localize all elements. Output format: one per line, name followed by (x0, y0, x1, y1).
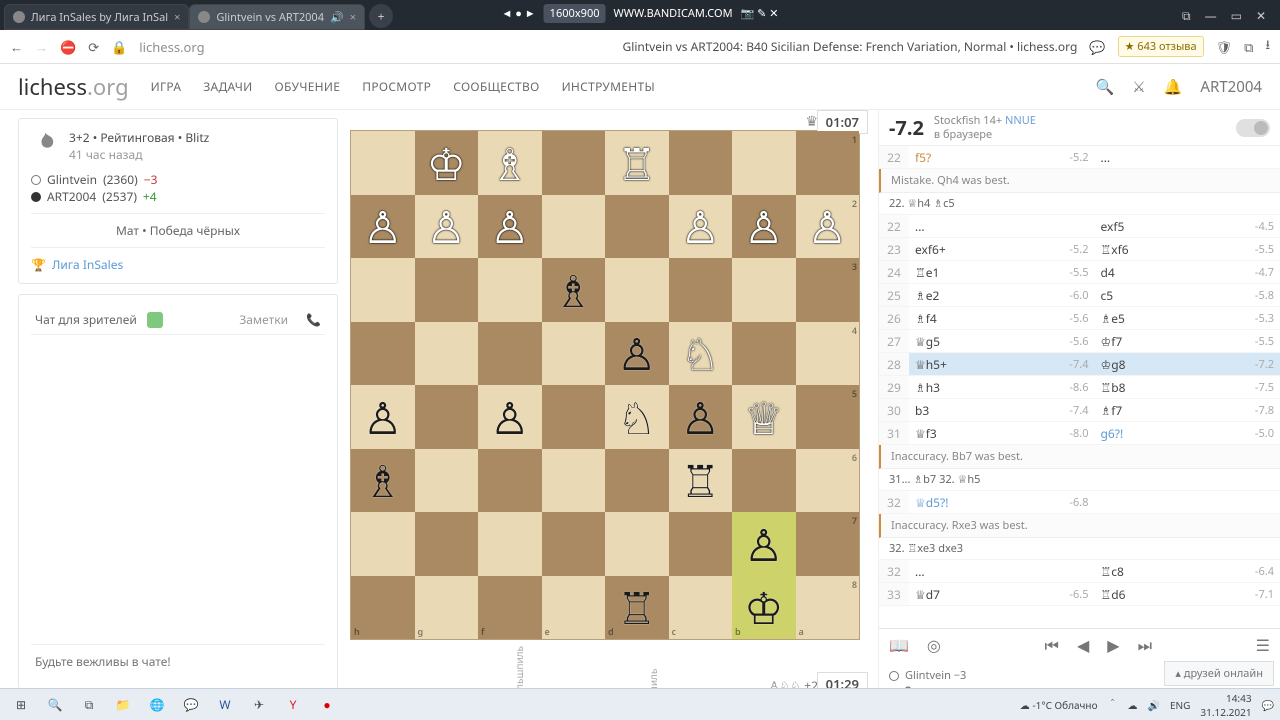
engine-eval: -7.2 Stockfish 14+ NNUEв браузере (879, 110, 1280, 146)
next-move-button[interactable]: ▶ (1107, 634, 1119, 656)
weather-widget: ☁ -1°C Облачно (1020, 698, 1098, 712)
chat-input[interactable] (35, 653, 321, 670)
shield-icon[interactable]: 🛡 (1216, 38, 1233, 56)
download-icon[interactable]: ⭳ (1265, 35, 1270, 58)
menu-icon[interactable]: ☰ (1256, 634, 1270, 656)
minimize-icon: — (1205, 7, 1217, 24)
new-tab-button[interactable]: + (369, 4, 393, 28)
nav-puzzles[interactable]: ЗАДАЧИ (203, 78, 252, 95)
url-text[interactable]: lichess.org (139, 38, 610, 56)
target-icon[interactable]: ◎ (927, 634, 941, 656)
nav-community[interactable]: СООБЩЕСТВО (453, 78, 539, 95)
close-icon[interactable]: × (350, 10, 356, 25)
back-button[interactable]: ← (10, 38, 23, 56)
last-move-button[interactable]: ⏭ (1138, 634, 1152, 656)
window-titlebar: Лига InSales by Лига InSal× Glintvein vs… (0, 0, 1280, 30)
game-ago: 41 час назад (69, 146, 209, 163)
nav-play[interactable]: ИГРА (151, 78, 182, 95)
game-result: Мат • Победа чёрных (31, 213, 325, 239)
prev-move-button[interactable]: ◀ (1077, 634, 1089, 656)
chat-toggle[interactable] (147, 312, 163, 328)
analysis-controls: 📖 ◎ ⏮ ◀ ▶ ⏭ ☰ (879, 628, 1280, 662)
bandicam-overlay: ◄ ● ►1600x900WWW.BANDICAM.COM📷 ✎ ✕ (502, 4, 779, 23)
game-meta-card: 3+2 • Рейтинговая • Blitz 41 час назад G… (18, 118, 338, 284)
nav-watch[interactable]: ПРОСМОТР (362, 78, 431, 95)
extensions-icon[interactable]: ⧉ (1244, 38, 1253, 56)
chat-tab[interactable]: Чат для зрителей (35, 311, 137, 328)
chat-card: Чат для зрителей Заметки 📞 (18, 294, 338, 689)
trophy-icon: 🏆 (31, 256, 46, 273)
search-icon[interactable]: 🔍 (1096, 77, 1115, 97)
close-icon[interactable]: × (174, 10, 180, 25)
search-button[interactable]: 🔍 (40, 692, 70, 718)
stop-icon[interactable]: ⛔ (60, 38, 76, 56)
first-move-button[interactable]: ⏮ (1045, 634, 1059, 656)
system-tray[interactable]: ☁ -1°C Облачно ＾☁🔊ENG 14:4331.12.2021 💬 (1020, 691, 1274, 719)
friends-box[interactable]: ▴ друзей онлайн (1164, 661, 1274, 686)
chat-icon[interactable]: 💬 (1089, 38, 1105, 56)
flame-icon (31, 129, 59, 157)
notes-tab[interactable]: Заметки (239, 311, 288, 328)
yandex-icon[interactable]: Y (278, 692, 308, 718)
explorer-icon[interactable]: 📁 (108, 692, 138, 718)
nav-learn[interactable]: ОБУЧЕНИЕ (275, 78, 341, 95)
browser-tab[interactable]: Glintvein vs ART2004🔊× (189, 4, 365, 30)
engine-toggle[interactable] (1236, 119, 1270, 137)
logo[interactable]: lichess.org (18, 72, 129, 102)
challenge-icon[interactable]: ⚔ (1132, 77, 1145, 97)
page-title: Glintvein vs ART2004: B40 Sicilian Defen… (623, 38, 1078, 55)
taskbar: ⊞ 🔍 ⧉ 📁 🌐 💬 W ✈ Y ● ☁ -1°C Облачно ＾☁🔊EN… (0, 688, 1280, 720)
maximize-icon: ▭ (1231, 7, 1242, 24)
word-icon[interactable]: W (210, 692, 240, 718)
chess-board[interactable]: ♔♗♖1♙♙♙♙♙♙2♗3♙♘4♙♙♘♙♕5♗♖6♙7hgfe♖dc♔b8a (350, 130, 860, 640)
site-nav: lichess.org ИГРА ЗАДАЧИ ОБУЧЕНИЕ ПРОСМОТ… (0, 64, 1280, 110)
window-controls[interactable]: ⧉ — ▭ ✕ (1172, 0, 1276, 30)
time-control: 3+2 • Рейтинговая • Blitz (69, 129, 209, 146)
move-list[interactable]: 22f5?-5.2...Mistake. Qh4 was best.22. ♕h… (879, 146, 1280, 628)
reload-button[interactable]: ⟳ (88, 38, 99, 56)
close-icon: ✕ (1256, 7, 1266, 24)
user-menu[interactable]: ART2004 (1200, 77, 1262, 97)
url-bar: ← → ⛔ ⟳ 🔒 lichess.org Glintvein vs ART20… (0, 30, 1280, 64)
black-player[interactable]: ART2004 (2537) +4 (31, 188, 325, 205)
edge-icon[interactable]: 🌐 (142, 692, 172, 718)
telegram-icon[interactable]: ✈ (244, 692, 274, 718)
tournament-link[interactable]: 🏆Лига InSales (31, 247, 325, 273)
notifications-icon: 💬 (1262, 698, 1274, 712)
reviews-badge[interactable]: ★ 643 отзыва (1118, 36, 1204, 57)
task-view[interactable]: ⧉ (74, 692, 104, 718)
start-button[interactable]: ⊞ (6, 692, 36, 718)
book-icon[interactable]: 📖 (889, 634, 909, 656)
bandicam-icon[interactable]: ● (312, 692, 342, 718)
audio-icon[interactable]: 🔊 (330, 10, 344, 25)
restore-down-icon: ⧉ (1182, 7, 1191, 24)
forward-button[interactable]: → (35, 38, 48, 56)
browser-tab[interactable]: Лига InSales by Лига InSal× (4, 4, 189, 30)
white-player[interactable]: Glintvein (2360) −3 (31, 171, 325, 188)
nav-tools[interactable]: ИНСТРУМЕНТЫ (562, 78, 655, 95)
discord-icon[interactable]: 💬 (176, 692, 206, 718)
phone-icon[interactable]: 📞 (306, 311, 321, 328)
lock-icon: 🔒 (111, 38, 127, 56)
bell-icon[interactable]: 🔔 (1164, 77, 1183, 97)
